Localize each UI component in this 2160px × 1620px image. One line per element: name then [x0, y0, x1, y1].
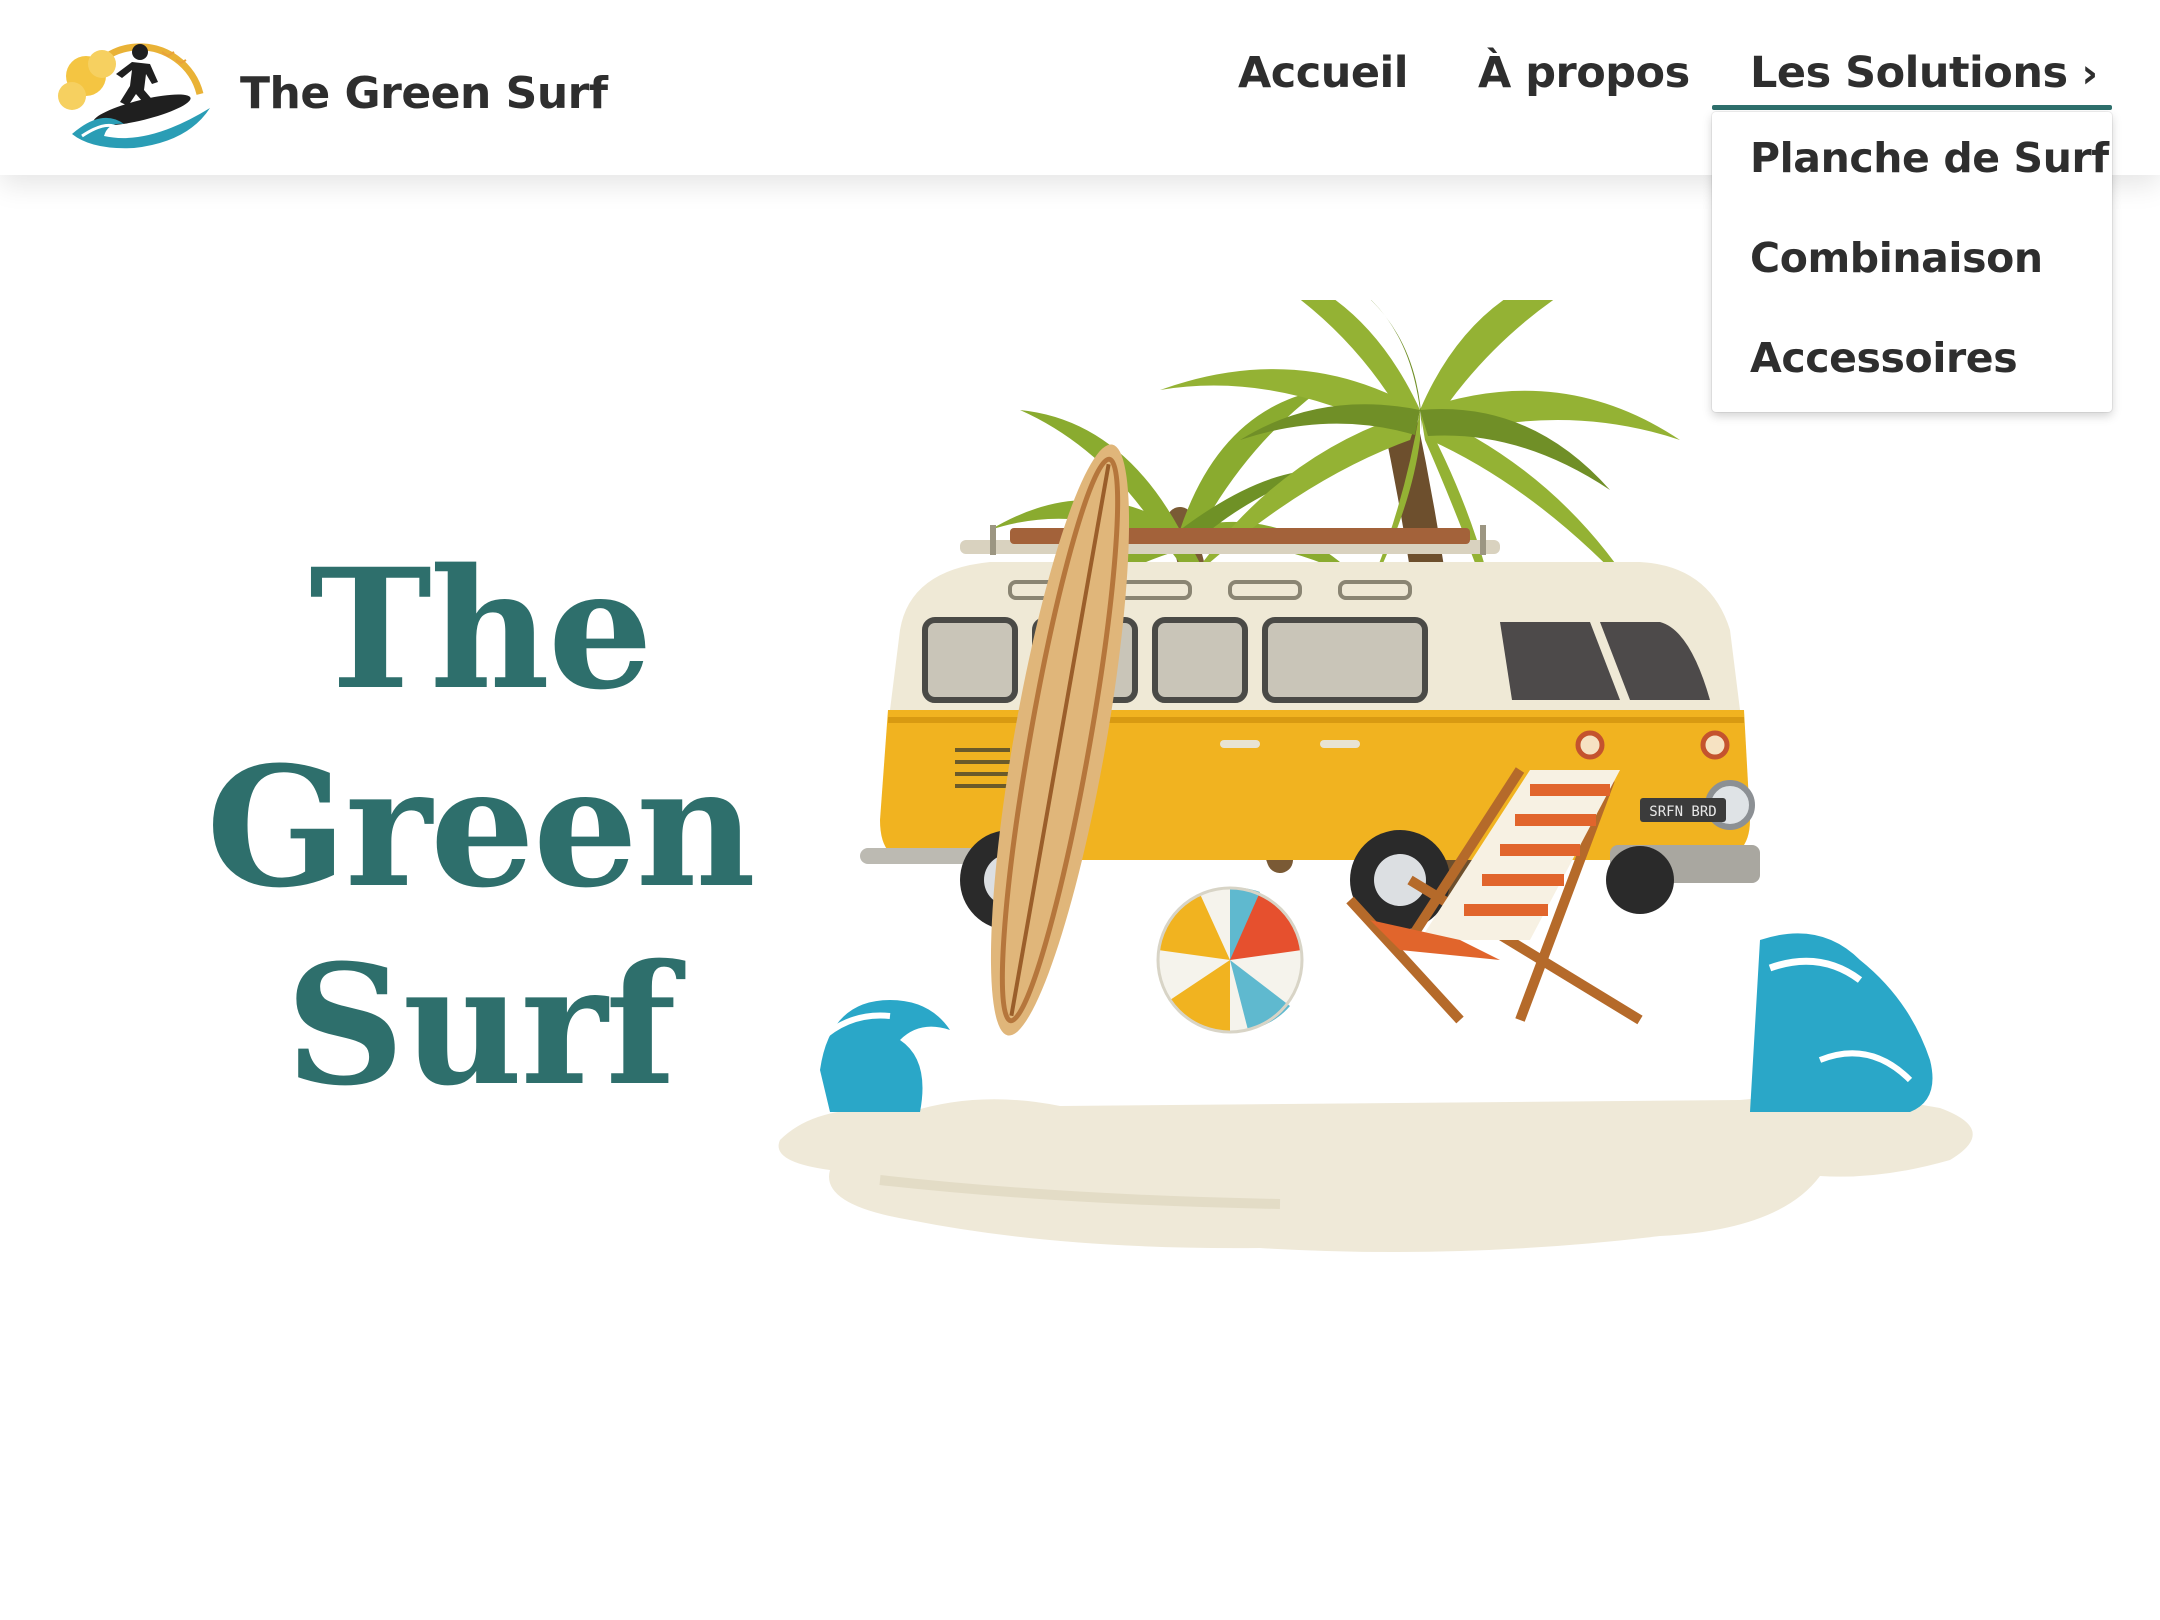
chevron-right-icon: › [2081, 51, 2098, 97]
nav-item-accueil[interactable]: Accueil [1238, 48, 1409, 108]
menu-item-planche-de-surf[interactable]: Planche de Surf [1750, 134, 2109, 182]
solutions-dropdown-menu: Planche de Surf Combinaison Accessoires [1712, 112, 2112, 412]
nav-item-a-propos[interactable]: À propos [1478, 48, 1690, 108]
nav-item-label: À propos [1478, 48, 1690, 98]
hero-title-line: Surf [285, 928, 676, 1122]
beach-van-illustration: SRFN BRD [760, 300, 1990, 1320]
hero-title-line: Green [206, 730, 756, 924]
hero-title: The Green Surf [160, 530, 800, 1124]
van-plate-text: SRFN BRD [1649, 804, 1716, 820]
active-nav-indicator [1712, 105, 2112, 110]
hero-title-line: The [309, 532, 653, 726]
nav-item-les-solutions[interactable]: Les Solutions › [1750, 48, 2098, 108]
nav-item-label: Accueil [1238, 48, 1409, 98]
menu-item-accessoires[interactable]: Accessoires [1750, 334, 2018, 382]
menu-item-combinaison[interactable]: Combinaison [1750, 234, 2043, 282]
nav-item-label: Les Solutions [1750, 48, 2068, 98]
